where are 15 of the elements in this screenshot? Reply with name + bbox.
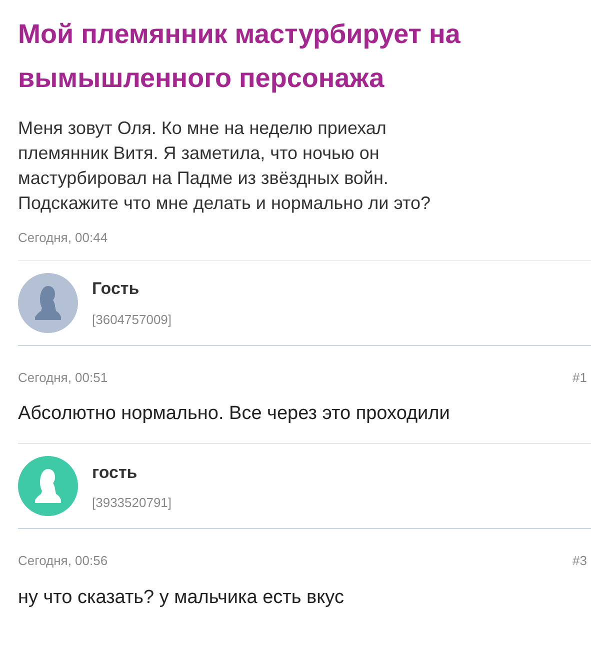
person-silhouette-icon — [35, 284, 61, 320]
author-name: гость — [92, 462, 138, 484]
reply-date: Сегодня, 00:56 — [18, 552, 108, 570]
reply-date: Сегодня, 00:51 — [18, 368, 108, 387]
user-id: [3933520791] — [92, 494, 172, 512]
reply-text: ну что сказать? у мальчика есть вкус — [18, 586, 345, 610]
post-date: Сегодня, 00:44 — [18, 229, 109, 247]
post-title: Мой племянник мастурбирует на вымышленного персонажа — [18, 18, 462, 95]
person-silhouette-icon — [35, 468, 61, 504]
post-text: Меня зовут Оля. Ко мне на неделю приехал племянник Витя. Я заметила, что ночью он мастурбировал на Падме из звёздных войн. Подскажите что мне делать и нормально ли это? — [18, 117, 432, 215]
reply-text: Абсолютно нормально. Все через это проходили — [18, 402, 451, 426]
user-id: [3604757009] — [92, 310, 172, 329]
reply-number: #1 — [572, 368, 587, 386]
reply-number: #3 — [572, 552, 587, 570]
author-name: Гость — [92, 278, 140, 300]
